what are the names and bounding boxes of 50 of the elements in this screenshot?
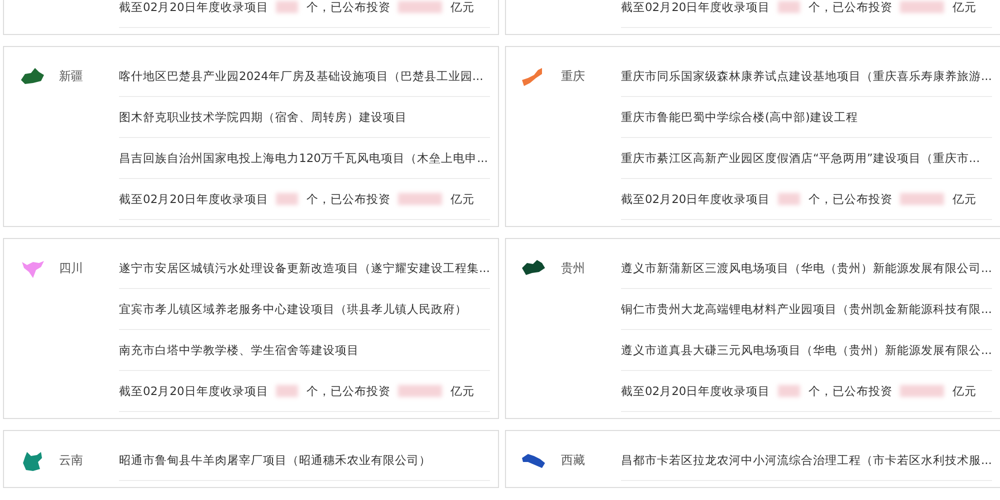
summary-text: 个，已公布投资: [808, 0, 892, 14]
redacted-amount: [900, 193, 944, 205]
project-link[interactable]: 重庆市綦江区高新产业园区度假酒店“平急两用”建设项目（重庆市...: [620, 150, 980, 166]
summary-text: 个，已公布投资: [306, 384, 390, 398]
summary-text: 亿元: [450, 384, 474, 398]
project-link[interactable]: 宜宾市孝儿镇区域养老服务中心建设项目（珙县孝儿镇人民政府）: [119, 302, 467, 316]
summary-text: 截至02月20日年度收录项目: [620, 384, 770, 398]
summary-text: 个，已公布投资: [306, 192, 390, 206]
summary-text: 截至02月20日年度收录项目: [620, 0, 770, 14]
redacted-count: [778, 193, 800, 205]
summary-text: 亿元: [450, 0, 474, 14]
summary-text: 截至02月20日年度收录项目: [119, 192, 268, 206]
summary-text: 个，已公布投资: [306, 0, 390, 14]
summary-text: 个，已公布投资: [808, 192, 892, 206]
project-link[interactable]: 遵义市道真县大磏三元风电场项目（华电（贵州）新能源发展有限公...: [620, 342, 992, 358]
province-name: 云南: [59, 453, 83, 467]
redacted-amount: [900, 1, 944, 13]
summary-text: 截至02月20日年度收录项目: [119, 0, 268, 14]
summary-text: 截至02月20日年度收录项目: [119, 384, 268, 398]
summary-text: 亿元: [952, 192, 976, 206]
project-link[interactable]: 重庆市鲁能巴蜀中学综合楼(高中部)建设工程: [620, 110, 858, 124]
province-name: 四川: [59, 261, 83, 275]
redacted-amount: [900, 385, 944, 397]
redacted-amount: [398, 193, 442, 205]
redacted-count: [276, 385, 298, 397]
summary-text: 个，已公布投资: [808, 384, 892, 398]
project-link[interactable]: 昭通市鲁甸县牛羊肉屠宰厂项目（昭通穗禾农业有限公司）: [119, 452, 431, 468]
redacted-count: [276, 193, 298, 205]
redacted-count: [778, 385, 800, 397]
redacted-count: [276, 1, 298, 13]
summary-text: 亿元: [952, 384, 976, 398]
redacted-amount: [398, 1, 442, 13]
redacted-amount: [398, 385, 442, 397]
redacted-count: [778, 1, 800, 13]
province-name: 新疆: [59, 69, 83, 83]
project-link[interactable]: 南充市白塔中学教学楼、学生宿舍等建设项目: [119, 342, 359, 358]
project-link[interactable]: 遵义市新蒲新区三渡风电场项目（华电（贵州）新能源发展有限公司...: [620, 260, 992, 276]
summary-text: 亿元: [450, 192, 474, 206]
project-link[interactable]: 昌都市卡若区拉龙农河中小河流综合治理工程（市卡若区水利技术服...: [620, 452, 992, 468]
project-link[interactable]: 喀什地区巴楚县产业园2024年厂房及基础设施项目（巴楚县工业园...: [119, 68, 484, 84]
summary-text: 亿元: [952, 0, 976, 14]
project-link[interactable]: 重庆市同乐国家级森林康养试点建设基地项目（重庆喜乐寿康养旅游...: [620, 68, 992, 84]
summary-text: 截至02月20日年度收录项目: [620, 192, 770, 206]
project-link[interactable]: 遂宁市安居区城镇污水处理设备更新改造项目（遂宁耀安建设工程集...: [119, 260, 490, 276]
project-link[interactable]: 图木舒克职业技术学院四期（宿舍、周转房）建设项目: [119, 110, 407, 124]
project-link[interactable]: 昌吉回族自治州国家电投上海电力120万千瓦风电项目（木垒上电申...: [119, 150, 488, 166]
province-name: 重庆: [560, 69, 585, 83]
project-link[interactable]: 铜仁市贵州大龙高端锂电材料产业园项目（贵州凯金新能源科技有限...: [620, 302, 992, 316]
province-name: 西藏: [560, 453, 585, 467]
province-name: 贵州: [560, 261, 585, 275]
